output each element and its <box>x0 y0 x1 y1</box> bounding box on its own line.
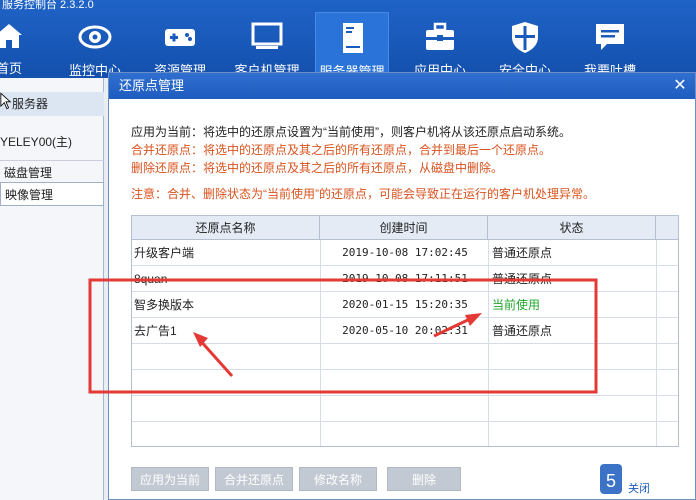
toolbar-resource-management[interactable]: 资源管理 <box>145 12 215 78</box>
gamepad-icon <box>163 20 197 54</box>
toolbar-home-label: 首页 <box>0 61 22 76</box>
row-status: 普通还原点 <box>492 246 553 260</box>
table-row[interactable]: 去广告1 2020-05-10 20:02:31 普通还原点 <box>132 318 678 344</box>
apply-current-button[interactable]: 应用为当前 <box>131 467 209 491</box>
table-row[interactable]: 8quan 2019-10-08 17:11:51 普通还原点 <box>132 266 678 292</box>
column-header-name[interactable]: 还原点名称 <box>132 216 320 240</box>
mouse-cursor-icon <box>0 92 12 110</box>
info-merge: 合并还原点：将选中的还原点及其之后的所有还原点，合并到最后一个还原点。 <box>131 143 552 157</box>
sidebar-header[interactable]: 服务器 <box>0 92 104 116</box>
column-header-status[interactable]: 状态 <box>488 216 656 240</box>
restore-point-dialog: 还原点管理 ✕ 应用为当前：将选中的还原点设置为“当前使用”，则客户机将从该还原… <box>108 72 696 500</box>
row-status: 普通还原点 <box>492 272 553 286</box>
table-row-empty <box>132 370 678 396</box>
sidebar-host-label: YELEY00(主) <box>0 135 73 149</box>
rename-button[interactable]: 修改名称 <box>299 467 377 491</box>
merge-restore-point-button[interactable]: 合并还原点 <box>215 467 293 491</box>
toolbar-server-management[interactable]: 服务器管理 <box>315 12 389 79</box>
table-row-empty <box>132 396 678 422</box>
sidebar-item-label: 映像管理 <box>5 188 54 202</box>
close-icon[interactable]: ✕ <box>671 77 689 95</box>
row-time: 2019-10-08 17:02:45 <box>342 246 468 259</box>
eye-icon <box>78 20 112 54</box>
toolbar-app-center[interactable]: 应用中心 <box>405 12 475 78</box>
info-delete: 删除还原点：将选中的还原点及其之后的所有还原点，从磁盘中删除。 <box>131 161 504 175</box>
table-header: 还原点名称 创建时间 状态 <box>132 216 678 240</box>
table-row[interactable]: 智多换版本 2020-01-15 15:20:35 当前使用 <box>132 292 678 318</box>
svg-text:5: 5 <box>606 471 616 491</box>
row-time: 2019-10-08 17:11:51 <box>342 272 468 285</box>
column-header-time[interactable]: 创建时间 <box>320 216 488 240</box>
monitor-icon <box>250 20 284 54</box>
row-name: 智多换版本 <box>134 298 195 312</box>
toolbox-icon <box>423 20 457 54</box>
watermark-text: 网吧三 <box>632 465 672 480</box>
sidebar-host[interactable]: YELEY00(主) <box>0 130 104 154</box>
row-name: 升级客户端 <box>134 246 195 260</box>
home-icon <box>0 20 26 52</box>
watermark-close: 关闭 <box>628 483 650 495</box>
restore-point-table: 还原点名称 创建时间 状态 升级客户端 2019-10-08 17:02:45 … <box>131 215 679 447</box>
row-status: 普通还原点 <box>492 324 553 338</box>
shield-icon <box>508 20 542 54</box>
row-name: 8quan <box>134 272 168 286</box>
toolbar-monitor-center[interactable]: 监控中心 <box>60 12 130 78</box>
chat-icon <box>593 20 627 54</box>
server-icon <box>335 21 369 55</box>
toolbar-home[interactable]: 首页 <box>0 12 34 76</box>
table-row-empty <box>132 344 678 370</box>
row-status-current: 当前使用 <box>492 298 541 312</box>
row-time: 2020-01-15 15:20:35 <box>342 298 468 311</box>
toolbar-security-center[interactable]: 安全中心 <box>490 12 560 78</box>
watermark-logo: 5 网吧三 关闭 <box>598 460 696 500</box>
sidebar-item-label: 磁盘管理 <box>4 166 53 180</box>
info-warning: 注意：合并、删除状态为“当前使用”的还原点，可能会导致正在运行的客户机处理异常。 <box>131 187 595 201</box>
sidebar-item-disk-management[interactable]: 磁盘管理 <box>0 160 104 184</box>
table-row[interactable]: 升级客户端 2019-10-08 17:02:45 普通还原点 <box>132 240 678 266</box>
toolbar-feedback[interactable]: 我要吐槽 <box>575 12 645 78</box>
row-name: 去广告1 <box>134 324 177 338</box>
info-apply-current: 应用为当前：将选中的还原点设置为“当前使用”，则客户机将从该还原点启动系统。 <box>131 125 571 139</box>
left-sidebar: 服务器 YELEY00(主) 磁盘管理 映像管理 <box>0 78 104 500</box>
toolbar-client-management[interactable]: 客户机管理 <box>230 12 304 78</box>
main-toolbar: 服务控制台 2.3.2.0 首页 监控中心 资源管理 客户机管理 服务器管理 <box>0 0 696 79</box>
row-time: 2020-05-10 20:02:31 <box>342 324 468 337</box>
dialog-title: 还原点管理 <box>109 73 695 99</box>
delete-button[interactable]: 删除 <box>387 467 461 491</box>
sidebar-item-image-management[interactable]: 映像管理 <box>0 182 104 206</box>
app-title: 服务控制台 2.3.2.0 <box>2 0 94 11</box>
